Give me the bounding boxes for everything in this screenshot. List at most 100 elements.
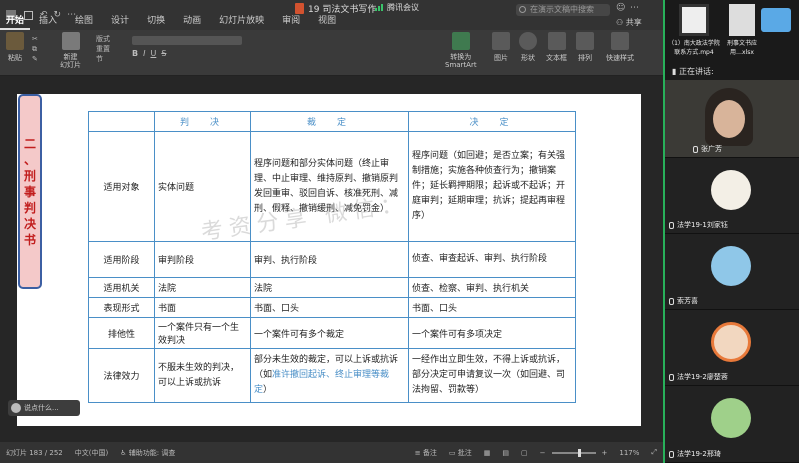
participant-tile[interactable]: 法学19-2邢琦 [665,386,799,463]
arrange-button[interactable]: 排列 [576,32,594,63]
new-slide-button[interactable]: 新建 幻灯片 [60,32,81,69]
tab-design[interactable]: 设计 [102,15,138,30]
reset-button[interactable]: 重置 [96,44,110,54]
arrange-icon [576,32,594,50]
notes-button[interactable]: ≡ 备注 [409,448,443,458]
section-button[interactable]: 节 [96,54,110,64]
table-cell: 书面、口头 [408,297,576,318]
folder-icon[interactable] [761,8,791,32]
strikethrough-icon[interactable]: S [161,49,166,58]
zoom-in-icon[interactable]: + [596,449,614,457]
cut-icon[interactable]: ✂ [32,34,38,44]
sorter-view-icon[interactable]: ▤ [496,449,515,457]
table-header: 判 决 [154,111,251,132]
participant-tile[interactable]: 法学19-1刘家钰 [665,158,799,234]
spreadsheet-file-icon [729,4,755,36]
table-cell: 书面、口头 [250,297,409,318]
convert-smartart-button[interactable]: 转换为 SmartArt [445,32,477,69]
table-header: 裁 定 [250,111,409,132]
font-family-select[interactable] [132,36,242,45]
avatar [711,322,751,362]
tab-home[interactable]: 开始 [0,15,31,30]
zoom-level[interactable]: 117% [613,449,645,457]
table-cell: 审判阶段 [154,241,251,278]
tab-insert[interactable]: 插入 [30,15,66,30]
desktop-file-xlsx[interactable]: 刑事文书应用…xlsx [723,4,761,56]
row-label: 适用阶段 [88,241,155,278]
table-row: 排他性 一个案件只有一个生效判决 一个案件可有多个裁定 一个案件可有多项决定 [88,317,576,349]
participant-name: 法学19-2廖楚蓉 [669,372,728,382]
video-file-icon [679,4,709,36]
clipboard-tools: ✂ ⧉ ✎ [32,34,38,64]
clipboard-icon [6,32,24,50]
meeting-indicator[interactable]: 腾讯会议 [375,2,419,13]
more-menu-icon[interactable]: ⋯ [630,3,639,13]
mic-icon [669,221,674,229]
text-box-button[interactable]: 文本框 [546,32,567,63]
accessibility-icon: ♿ [120,448,127,457]
table-row: 适用阶段 审判阶段 审判、执行阶段 侦查、审查起诉、审判、执行阶段 [88,241,576,278]
bold-icon[interactable]: B [132,49,138,58]
mic-icon [669,373,674,381]
mic-icon [693,145,698,153]
speaking-indicator: ▮ 正在讲话: [672,67,714,76]
emoji-icon[interactable]: ☺ [616,3,625,13]
participant-video[interactable]: 张广芳 [665,80,799,158]
ribbon-tabs: 开始 插入 绘图 设计 切换 动画 幻灯片放映 审阅 视图 [0,15,345,30]
share-button[interactable]: ⚇ 共享 [616,17,642,28]
language-indicator[interactable]: 中文(中国) [69,448,114,458]
new-slide-icon [61,32,80,50]
layout-button[interactable]: 版式 [96,34,110,44]
picture-button[interactable]: 图片 [492,32,510,63]
quick-styles-button[interactable]: 快速样式 [606,32,634,63]
tab-animations[interactable]: 动画 [174,15,210,30]
slide-counter: 幻灯片 183 / 252 [6,448,63,457]
tab-transitions[interactable]: 切换 [138,15,174,30]
search-input[interactable]: 在演示文稿中搜索 [516,4,610,16]
quick-styles-icon [611,32,629,50]
comparison-table: 判 决 裁 定 决 定 适用对象 实体问题 程序问题和部分实体问题（终止审理、中… [88,111,576,403]
zoom-slider[interactable] [551,448,596,457]
italic-icon[interactable]: I [143,49,145,58]
underline-icon[interactable]: U [150,49,156,58]
desktop-file-video[interactable]: （1）南大政法学院联系方式.mp4 [667,4,721,56]
participant-tile[interactable]: 索芳喜 [665,234,799,310]
fit-slide-icon[interactable]: ⤢ [645,448,663,457]
paste-button[interactable]: 粘贴 [6,32,24,63]
zoom-out-icon[interactable]: − [534,449,552,457]
accessibility-status[interactable]: ♿ 辅助功能: 调查 [114,448,181,458]
table-row: 适用机关 法院 法院 侦查、检察、审判、执行机关 [88,277,576,298]
tab-view[interactable]: 视图 [309,15,345,30]
table-cell: 审判、执行阶段 [250,241,409,278]
comment-input[interactable]: 说点什么... [8,400,80,416]
comments-button[interactable]: ▭ 批注 [443,448,478,458]
tab-review[interactable]: 审阅 [273,15,309,30]
mic-icon [669,450,674,458]
tab-draw[interactable]: 绘图 [66,15,102,30]
reading-view-icon[interactable]: ▢ [515,449,534,457]
presenter-face [713,100,745,138]
table-cell: 法院 [250,277,409,298]
table-cell: 不服未生效的判决，可以上诉或抗诉 [154,348,251,403]
signal-icon [375,4,383,11]
table-corner-cell [88,111,155,132]
row-label: 适用机关 [88,277,155,298]
copy-icon[interactable]: ⧉ [32,44,38,54]
font-style-tools: B I U S [132,49,432,58]
table-cell: 侦查、检察、审判、执行机关 [408,277,576,298]
mic-icon [669,297,674,305]
participant-name: 法学19-2邢琦 [669,449,721,459]
avatar [711,398,751,438]
table-cell: 书面 [154,297,251,318]
participant-name: 法学19-1刘家钰 [669,220,728,230]
normal-view-icon[interactable]: ▦ [478,449,497,457]
zoom-thumb[interactable] [577,448,581,457]
shape-button[interactable]: 形状 [519,32,537,63]
slide-tools: 版式 重置 节 [96,34,110,64]
participant-tile[interactable]: 法学19-2廖楚蓉 [665,310,799,386]
format-painter-icon[interactable]: ✎ [32,54,38,64]
person-icon: ⚇ [616,18,624,27]
powerpoint-window: ↶ ↻ ⋯ 开始 插入 绘图 设计 切换 动画 幻灯片放映 审阅 视图 19 司… [0,0,663,463]
table-cell: 一个案件只有一个生效判决 [154,317,251,349]
tab-slideshow[interactable]: 幻灯片放映 [210,15,273,30]
